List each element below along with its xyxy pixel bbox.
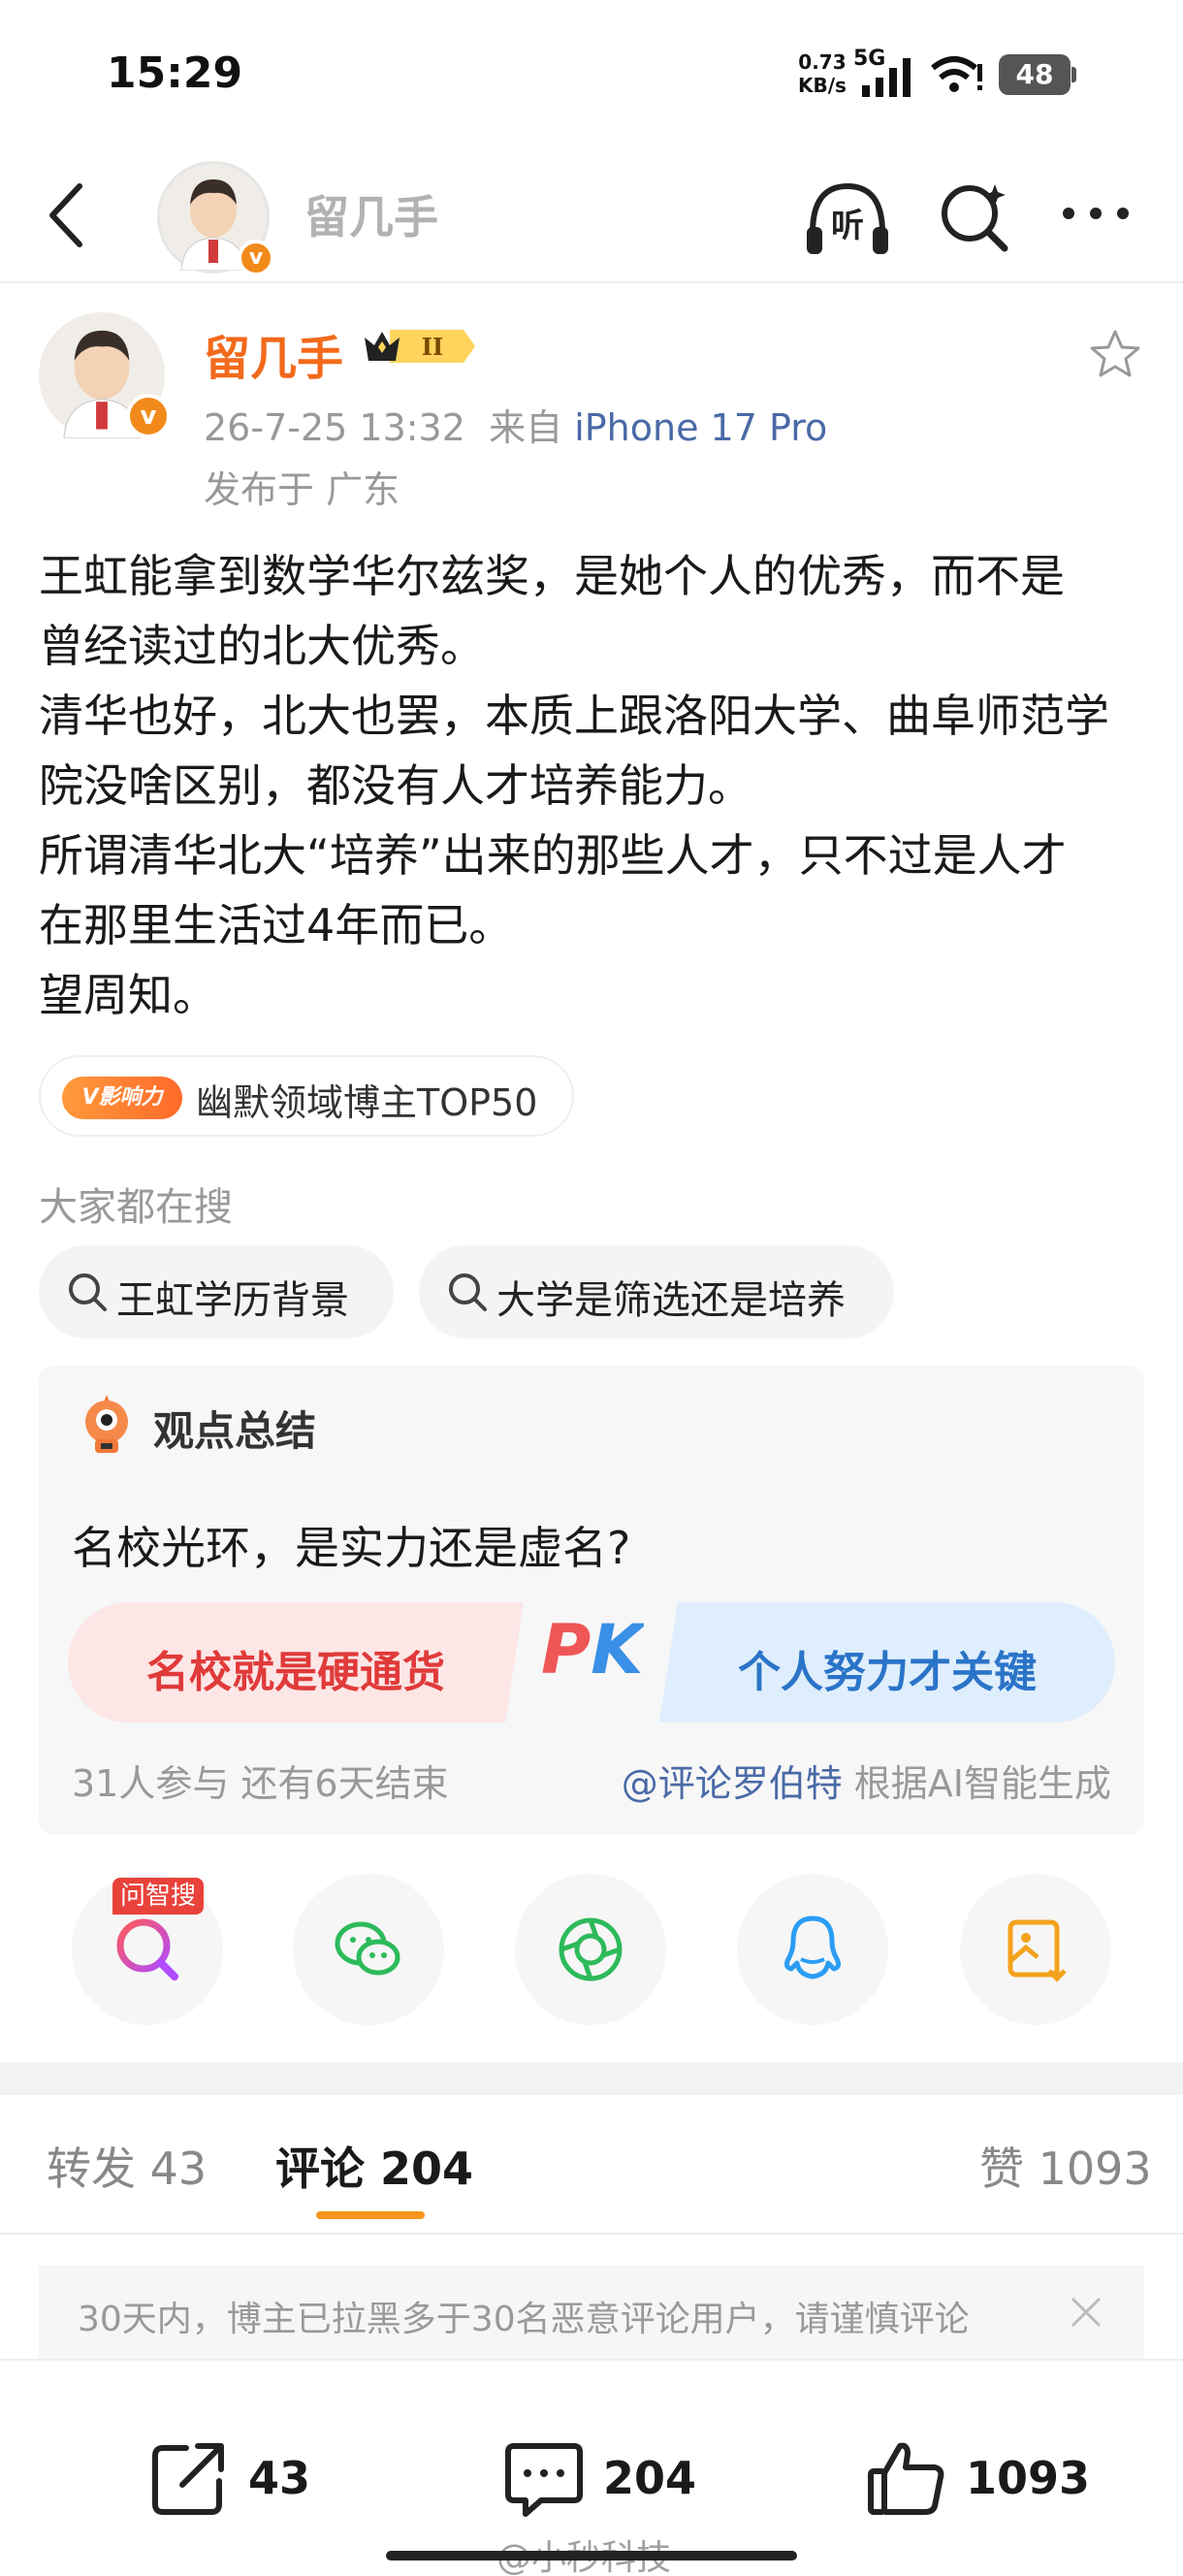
ai-note: @评论罗伯特 根据AI智能生成 [622,1754,1111,1807]
post-text: 王虹能拿到数学华尔兹奖，是她个人的优秀，而不是 曾经读过的北大优秀。 清华也好，… [39,541,1154,1030]
verified-badge-icon: v [126,394,171,438]
post-line: 清华也好，北大也罢，本质上跟洛阳大学、曲阜师范学 [39,690,1109,742]
hot-search-title: 大家都在搜 [39,1185,233,1230]
thumbs-up-icon [868,2442,944,2515]
search-chip-label: 王虹学历背景 [116,1278,349,1323]
source-prefix: 来自 [489,406,563,449]
repost-button[interactable]: 43 [147,2436,322,2524]
network-speed-unit: KB/s [798,74,847,97]
listen-label: 听 [831,207,864,245]
ask-search-icon [116,1918,178,1980]
post-location: 发布于 广东 [204,468,400,511]
bottom-action-bar: 43 204 1093 @小秒科技 [0,2359,1183,2576]
signal-icon [862,58,911,97]
share-moments-button[interactable] [515,1874,666,2025]
ai-mention-link[interactable]: @评论罗伯特 [622,1762,843,1805]
listen-icon[interactable]: 听 [803,178,892,258]
post-line: 望周知。 [39,969,217,1021]
post-line: 王虹能拿到数学华尔兹奖，是她个人的优秀，而不是 [39,550,1065,602]
influence-tag[interactable]: V影响力 幽默领域博主TOP50 [39,1055,574,1137]
author-avatar[interactable]: v [39,312,171,439]
save-image-icon [1007,1919,1067,1982]
search-chip[interactable]: 大学是筛选还是培养 [419,1245,894,1338]
close-icon[interactable] [1067,2293,1105,2332]
battery-indicator: 48 [999,54,1076,95]
search-chip[interactable]: 王虹学历背景 [39,1245,394,1338]
comment-notice: 30天内，博主已拉黑多于30名恶意评论用户，请谨慎评论 [39,2266,1144,2359]
pk-option-left-label: 名校就是硬通货 [146,1648,445,1697]
notice-text: 30天内，博主已拉黑多于30名恶意评论用户，请谨慎评论 [78,2300,970,2339]
search-icon[interactable] [935,177,1014,256]
wifi-icon [931,56,982,92]
tab-active-indicator [316,2211,425,2219]
opinion-summary-card: 观点总结 名校光环，是实力还是虚名? 名校就是硬通货 PK 个人努力才关键 31… [39,1366,1144,1835]
favorite-star-icon[interactable] [1086,326,1144,384]
member-level-label: II [422,333,443,361]
tab-divider [0,2233,1183,2235]
opinion-question: 名校光环，是实力还是虚名? [72,1522,631,1574]
repost-icon [152,2443,224,2515]
share-wechat-button[interactable] [293,1874,444,2025]
robot-mascot-icon [85,1395,128,1453]
status-bar: 15:29 0.73 KB/s 5G 48 [0,0,1183,155]
network-speed: 0.73 KB/s [798,50,847,97]
device-link[interactable]: iPhone 17 Pro [574,406,827,449]
comment-button[interactable]: 204 [502,2436,716,2524]
comment-icon [505,2443,583,2517]
qq-icon [783,1916,842,1980]
author-name[interactable]: 留几手 [204,320,343,388]
like-count: 1093 [966,2452,1091,2504]
pk-option-right[interactable]: 个人努力才关键 [659,1602,1115,1723]
top-nav: v 留几手 听 [0,155,1183,283]
ai-note-suffix: 根据AI智能生成 [842,1762,1111,1805]
member-level-icon[interactable]: II [361,324,479,369]
network-speed-value: 0.73 [798,50,847,74]
share-qq-button[interactable] [737,1874,888,2025]
influence-text: 幽默领域博主TOP50 [196,1081,538,1124]
post-date: 26-7-25 13:32 [204,406,465,449]
save-image-button[interactable] [960,1874,1111,2025]
search-icon [449,1273,487,1311]
pk-option-left[interactable]: 名校就是硬通货 [68,1602,524,1723]
post-line: 曾经读过的北大优秀。 [39,620,485,672]
post-line: 所谓清华北大“培养”出来的那些人才，只不过是人才 [39,829,1067,882]
tab-like[interactable]: 赞 1093 [979,2134,1152,2198]
tab-repost[interactable]: 转发 43 [47,2134,207,2198]
opinion-title: 观点总结 [153,1407,317,1455]
ask-search-badge: 问智搜 [112,1878,205,1915]
pk-option-right-label: 个人努力才关键 [738,1648,1037,1697]
comment-count: 204 [603,2452,697,2504]
clock: 15:29 [107,48,243,98]
influence-badge: V影响力 [62,1077,182,1119]
moments-icon [559,1917,623,1981]
back-icon[interactable] [39,177,97,254]
nav-title: 留几手 [304,191,438,243]
like-button[interactable]: 1093 [865,2436,1098,2524]
nav-avatar[interactable]: v [157,161,274,276]
section-divider [0,2062,1183,2095]
participants-info: 31人参与 还有6天结束 [72,1762,449,1805]
post-line: 在那里生活过4年而已。 [39,899,514,951]
home-indicator[interactable] [386,2551,797,2560]
post-meta: 26-7-25 13:32 来自 iPhone 17 Pro [204,398,827,451]
repost-count: 43 [248,2452,311,2504]
verified-badge-icon: v [238,240,274,276]
more-icon[interactable] [1057,194,1135,233]
post-line: 院没啥区别，都没有人才培养能力。 [39,759,752,812]
wechat-icon [335,1921,400,1976]
search-chip-label: 大学是筛选还是培养 [496,1278,846,1323]
tab-comment[interactable]: 评论 204 [275,2134,473,2198]
pk-label: PK [541,1610,644,1690]
search-icon [69,1273,107,1311]
